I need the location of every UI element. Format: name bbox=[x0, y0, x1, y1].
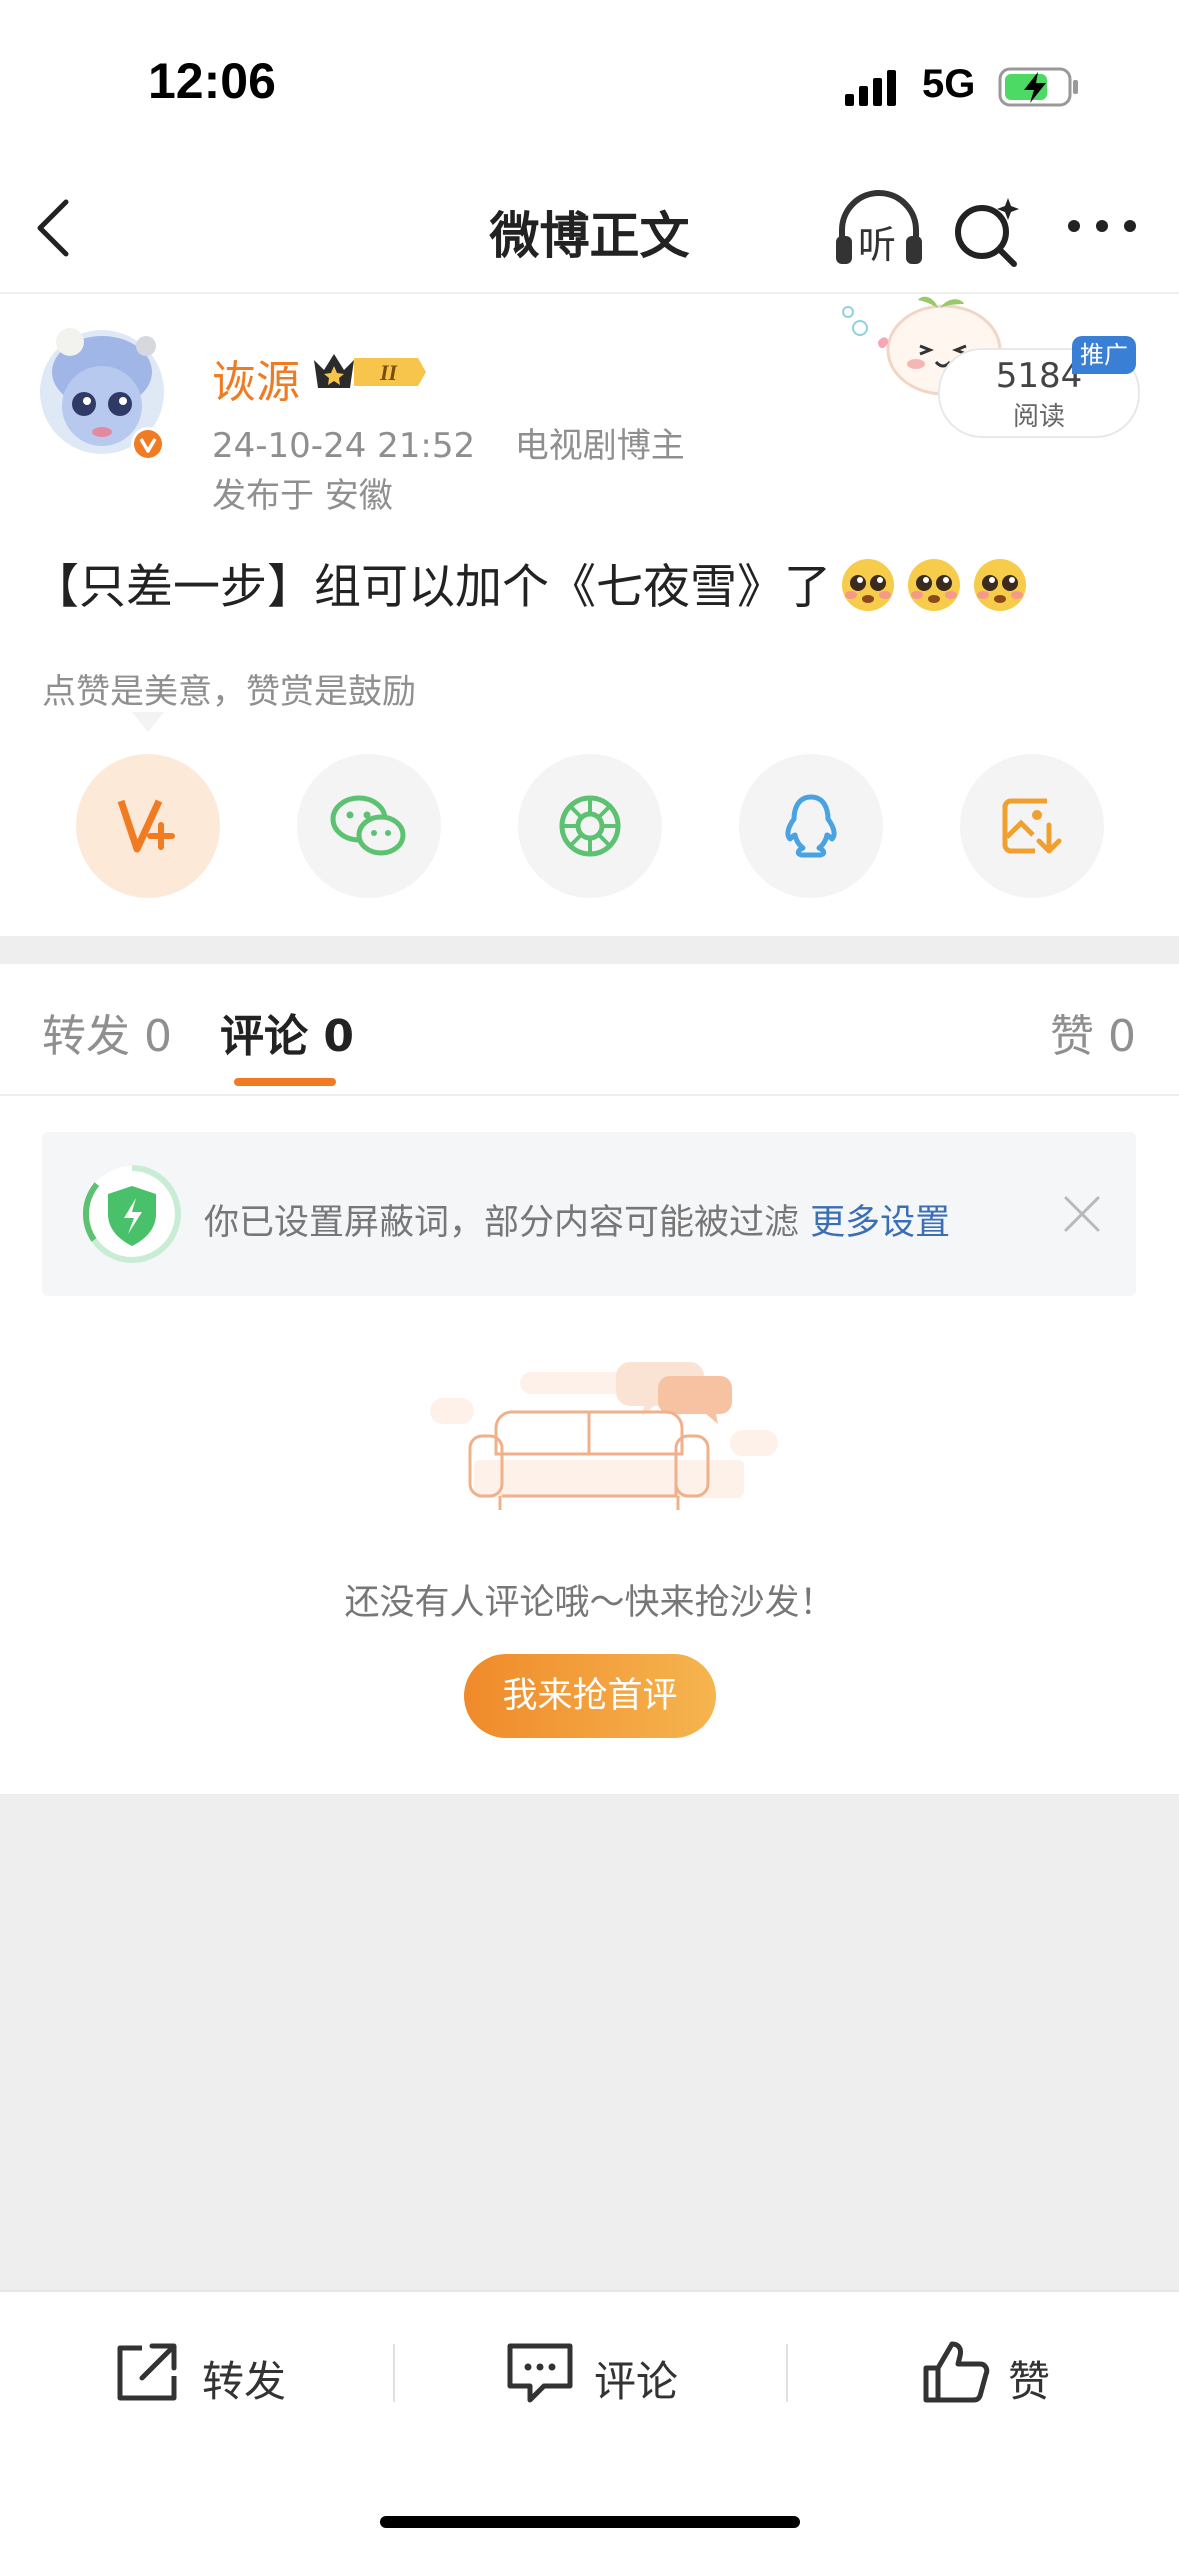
moments-icon bbox=[559, 795, 621, 857]
repost-button[interactable]: 转发 bbox=[202, 2348, 286, 2409]
listen-button[interactable]: 听 bbox=[832, 190, 926, 270]
more-icon[interactable] bbox=[1064, 206, 1140, 246]
repost-icon[interactable] bbox=[112, 2340, 184, 2404]
home-indicator bbox=[380, 2516, 800, 2528]
status-time: 12:06 bbox=[148, 53, 276, 109]
listen-label: 听 bbox=[858, 223, 897, 267]
close-icon[interactable] bbox=[1060, 1192, 1104, 1236]
pleading-emoji-icon bbox=[842, 559, 894, 611]
like-button[interactable]: 赞 bbox=[1008, 2348, 1050, 2409]
thumbs-up-icon[interactable] bbox=[920, 2340, 992, 2404]
more-settings-link[interactable]: 更多设置 bbox=[810, 1203, 950, 1243]
username[interactable]: 诙源 bbox=[212, 346, 300, 410]
section-separator bbox=[0, 936, 1179, 964]
comment-icon[interactable] bbox=[504, 2340, 576, 2404]
empty-gray-area bbox=[0, 1794, 1179, 2290]
wechat-icon bbox=[330, 795, 406, 856]
post-date: 24-10-24 21:52 bbox=[212, 426, 476, 466]
notice-text: 你已设置屏蔽词，部分内容可能被过滤 bbox=[204, 1203, 800, 1243]
promo-badge[interactable]: 推广 bbox=[1072, 336, 1136, 374]
crown-badge-icon: II bbox=[314, 354, 426, 388]
notice-message: 你已设置屏蔽词，部分内容可能被过滤 更多设置 bbox=[204, 1194, 950, 1245]
sofa-illustration-icon bbox=[430, 1362, 778, 1510]
read-label: 阅读 bbox=[1012, 402, 1065, 432]
share-moments-button[interactable] bbox=[518, 754, 662, 898]
signal-icon bbox=[845, 70, 896, 106]
tab-repost[interactable]: 转发 0 bbox=[42, 1000, 172, 1064]
search-icon[interactable] bbox=[950, 190, 1024, 270]
bottom-separator bbox=[786, 2344, 788, 2402]
network-label: 5G bbox=[922, 62, 976, 106]
post-meta: 24-10-24 21:52 电视剧博主 bbox=[212, 418, 685, 467]
battery-icon bbox=[998, 67, 1078, 107]
author-tag: 电视剧博主 bbox=[514, 426, 685, 466]
bottom-separator bbox=[393, 2344, 395, 2402]
qq-icon bbox=[785, 794, 837, 858]
share-wechat-button[interactable] bbox=[297, 754, 441, 898]
tab-comment[interactable]: 评论 0 bbox=[220, 1000, 354, 1064]
hint-pointer bbox=[132, 712, 164, 732]
empty-comments-text: 还没有人评论哦～快来抢沙发！ bbox=[344, 1583, 835, 1623]
share-qq-button[interactable] bbox=[739, 754, 883, 898]
save-image-icon bbox=[1002, 798, 1062, 854]
avatar[interactable] bbox=[38, 320, 168, 460]
post-location: 发布于 安徽 bbox=[212, 476, 393, 516]
tab-like[interactable]: 赞 0 bbox=[1050, 1000, 1136, 1064]
reward-hint: 点赞是美意，赞赏是鼓励 bbox=[42, 672, 416, 712]
save-image-button[interactable] bbox=[960, 754, 1104, 898]
svg-text:II: II bbox=[379, 360, 399, 385]
share-vplus-button[interactable] bbox=[76, 754, 220, 898]
first-comment-button[interactable]: 我来抢首评 bbox=[464, 1654, 716, 1738]
tab-divider bbox=[0, 1094, 1179, 1096]
vplus-icon bbox=[117, 799, 175, 853]
post-text: 【只差一步】组可以加个《七夜雪》了 bbox=[32, 560, 831, 615]
shield-icon bbox=[82, 1164, 181, 1263]
post-content: 【只差一步】组可以加个《七夜雪》了 bbox=[32, 548, 1029, 617]
active-tab-indicator bbox=[234, 1078, 336, 1086]
pleading-emoji-icon bbox=[908, 559, 960, 611]
pleading-emoji-icon bbox=[974, 559, 1026, 611]
comment-button[interactable]: 评论 bbox=[594, 2348, 678, 2409]
